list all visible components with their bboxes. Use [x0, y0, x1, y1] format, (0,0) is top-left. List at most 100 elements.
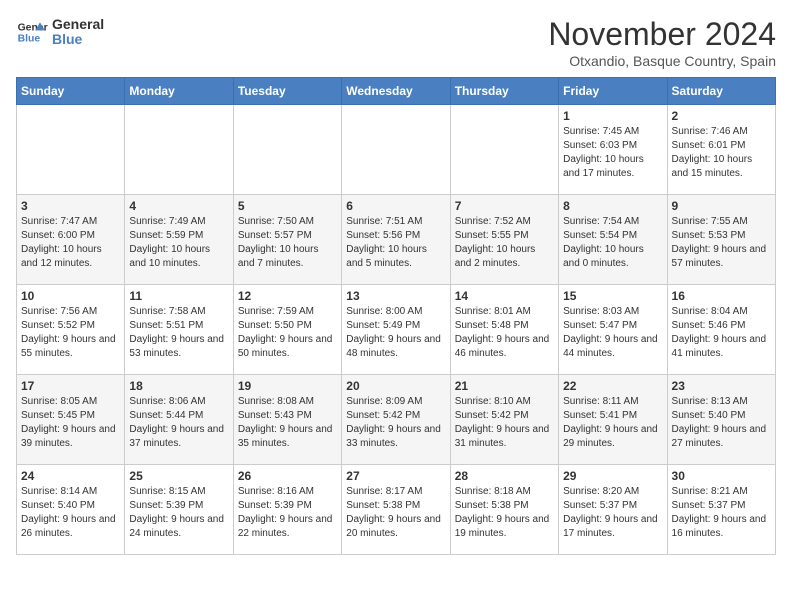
calendar-cell: 19Sunrise: 8:08 AM Sunset: 5:43 PM Dayli… — [233, 375, 341, 465]
calendar-cell: 4 Sunrise: 7:49 AM Sunset: 5:59 PM Daylig… — [125, 195, 233, 285]
day-number: 29 — [563, 469, 662, 483]
calendar-cell: 3 Sunrise: 7:47 AM Sunset: 6:00 PM Daylig… — [17, 195, 125, 285]
day-info: Sunrise: 7:49 AM Sunset: 5:59 PM Dayligh… — [129, 215, 228, 271]
day-info: Sunrise: 8:18 AM Sunset: 5:38 PM Dayligh… — [455, 485, 554, 541]
day-number: 12 — [238, 289, 337, 303]
day-number: 20 — [346, 379, 445, 393]
col-friday: Friday — [559, 78, 667, 105]
day-info: Sunrise: 7:51 AM Sunset: 5:56 PM Dayligh… — [346, 215, 445, 271]
day-info: Sunrise: 8:14 AM Sunset: 5:40 PM Dayligh… — [21, 485, 120, 541]
logo-blue-text: Blue — [52, 32, 104, 47]
day-number: 28 — [455, 469, 554, 483]
day-info: Sunrise: 7:52 AM Sunset: 5:55 PM Dayligh… — [455, 215, 554, 271]
calendar-cell: 26Sunrise: 8:16 AM Sunset: 5:39 PM Dayli… — [233, 465, 341, 555]
calendar-week-5: 24 Sunrise: 8:14 AM Sunset: 5:40 PM Dayli… — [17, 465, 776, 555]
day-info: Sunrise: 8:21 AM Sunset: 5:37 PM Dayligh… — [672, 485, 771, 541]
calendar-body: 1 Sunrise: 7:45 AM Sunset: 6:03 PM Daylig… — [17, 105, 776, 555]
col-sunday: Sunday — [17, 78, 125, 105]
location: Otxandio, Basque Country, Spain — [548, 53, 776, 69]
calendar-cell — [342, 105, 450, 195]
calendar-cell: 14 Sunrise: 8:01 AM Sunset: 5:48 PM Dayli… — [450, 285, 558, 375]
day-info: Sunrise: 8:03 AM Sunset: 5:47 PM Dayligh… — [563, 305, 662, 361]
calendar-cell: 5Sunrise: 7:50 AM Sunset: 5:57 PM Daylig… — [233, 195, 341, 285]
day-number: 23 — [672, 379, 771, 393]
calendar-cell: 22Sunrise: 8:11 AM Sunset: 5:41 PM Dayli… — [559, 375, 667, 465]
calendar-cell — [17, 105, 125, 195]
day-info: Sunrise: 7:45 AM Sunset: 6:03 PM Dayligh… — [563, 125, 662, 181]
calendar-cell — [233, 105, 341, 195]
day-number: 1 — [563, 109, 662, 123]
day-number: 18 — [129, 379, 228, 393]
day-number: 7 — [455, 199, 554, 213]
day-info: Sunrise: 8:10 AM Sunset: 5:42 PM Dayligh… — [455, 395, 554, 451]
day-number: 3 — [21, 199, 120, 213]
calendar-cell: 30 Sunrise: 8:21 AM Sunset: 5:37 PM Dayli… — [667, 465, 775, 555]
day-info: Sunrise: 8:09 AM Sunset: 5:42 PM Dayligh… — [346, 395, 445, 451]
header-row: Sunday Monday Tuesday Wednesday Thursday… — [17, 78, 776, 105]
calendar-cell: 24 Sunrise: 8:14 AM Sunset: 5:40 PM Dayli… — [17, 465, 125, 555]
calendar-cell: 13 Sunrise: 8:00 AM Sunset: 5:49 PM Dayli… — [342, 285, 450, 375]
day-info: Sunrise: 8:20 AM Sunset: 5:37 PM Dayligh… — [563, 485, 662, 541]
day-number: 11 — [129, 289, 228, 303]
calendar-cell — [125, 105, 233, 195]
calendar-cell: 18 Sunrise: 8:06 AM Sunset: 5:44 PM Dayli… — [125, 375, 233, 465]
day-number: 2 — [672, 109, 771, 123]
day-number: 21 — [455, 379, 554, 393]
day-number: 13 — [346, 289, 445, 303]
day-number: 27 — [346, 469, 445, 483]
day-number: 6 — [346, 199, 445, 213]
calendar-cell: 29 Sunrise: 8:20 AM Sunset: 5:37 PM Dayli… — [559, 465, 667, 555]
calendar-cell: 27Sunrise: 8:17 AM Sunset: 5:38 PM Dayli… — [342, 465, 450, 555]
day-info: Sunrise: 7:50 AM Sunset: 5:57 PM Dayligh… — [238, 215, 337, 271]
calendar-cell: 10Sunrise: 7:56 AM Sunset: 5:52 PM Dayli… — [17, 285, 125, 375]
calendar-cell: 1 Sunrise: 7:45 AM Sunset: 6:03 PM Daylig… — [559, 105, 667, 195]
day-info: Sunrise: 7:54 AM Sunset: 5:54 PM Dayligh… — [563, 215, 662, 271]
col-wednesday: Wednesday — [342, 78, 450, 105]
logo-icon: General Blue — [16, 16, 48, 48]
calendar-cell: 20 Sunrise: 8:09 AM Sunset: 5:42 PM Dayli… — [342, 375, 450, 465]
day-info: Sunrise: 7:58 AM Sunset: 5:51 PM Dayligh… — [129, 305, 228, 361]
day-number: 15 — [563, 289, 662, 303]
calendar-cell: 16Sunrise: 8:04 AM Sunset: 5:46 PM Dayli… — [667, 285, 775, 375]
day-info: Sunrise: 8:06 AM Sunset: 5:44 PM Dayligh… — [129, 395, 228, 451]
calendar-cell: 9 Sunrise: 7:55 AM Sunset: 5:53 PM Daylig… — [667, 195, 775, 285]
calendar-cell: 15 Sunrise: 8:03 AM Sunset: 5:47 PM Dayli… — [559, 285, 667, 375]
day-info: Sunrise: 8:01 AM Sunset: 5:48 PM Dayligh… — [455, 305, 554, 361]
calendar-cell: 6 Sunrise: 7:51 AM Sunset: 5:56 PM Daylig… — [342, 195, 450, 285]
day-info: Sunrise: 7:46 AM Sunset: 6:01 PM Dayligh… — [672, 125, 771, 181]
col-monday: Monday — [125, 78, 233, 105]
day-number: 9 — [672, 199, 771, 213]
day-info: Sunrise: 8:16 AM Sunset: 5:39 PM Dayligh… — [238, 485, 337, 541]
logo-text: General Blue — [52, 17, 104, 48]
calendar-cell: 28 Sunrise: 8:18 AM Sunset: 5:38 PM Dayli… — [450, 465, 558, 555]
calendar-week-1: 1 Sunrise: 7:45 AM Sunset: 6:03 PM Daylig… — [17, 105, 776, 195]
day-number: 24 — [21, 469, 120, 483]
day-number: 14 — [455, 289, 554, 303]
day-info: Sunrise: 8:08 AM Sunset: 5:43 PM Dayligh… — [238, 395, 337, 451]
day-number: 22 — [563, 379, 662, 393]
day-number: 16 — [672, 289, 771, 303]
calendar-cell: 25Sunrise: 8:15 AM Sunset: 5:39 PM Dayli… — [125, 465, 233, 555]
day-info: Sunrise: 8:15 AM Sunset: 5:39 PM Dayligh… — [129, 485, 228, 541]
calendar-week-3: 10Sunrise: 7:56 AM Sunset: 5:52 PM Dayli… — [17, 285, 776, 375]
calendar-week-4: 17 Sunrise: 8:05 AM Sunset: 5:45 PM Dayli… — [17, 375, 776, 465]
day-info: Sunrise: 8:00 AM Sunset: 5:49 PM Dayligh… — [346, 305, 445, 361]
col-saturday: Saturday — [667, 78, 775, 105]
day-info: Sunrise: 7:59 AM Sunset: 5:50 PM Dayligh… — [238, 305, 337, 361]
calendar-cell: 12 Sunrise: 7:59 AM Sunset: 5:50 PM Dayli… — [233, 285, 341, 375]
calendar-week-2: 3 Sunrise: 7:47 AM Sunset: 6:00 PM Daylig… — [17, 195, 776, 285]
day-info: Sunrise: 7:47 AM Sunset: 6:00 PM Dayligh… — [21, 215, 120, 271]
calendar-cell: 8 Sunrise: 7:54 AM Sunset: 5:54 PM Daylig… — [559, 195, 667, 285]
day-info: Sunrise: 8:05 AM Sunset: 5:45 PM Dayligh… — [21, 395, 120, 451]
day-number: 10 — [21, 289, 120, 303]
day-info: Sunrise: 8:13 AM Sunset: 5:40 PM Dayligh… — [672, 395, 771, 451]
calendar-cell: 11 Sunrise: 7:58 AM Sunset: 5:51 PM Dayli… — [125, 285, 233, 375]
day-number: 8 — [563, 199, 662, 213]
day-number: 4 — [129, 199, 228, 213]
svg-text:General: General — [18, 22, 48, 33]
calendar-cell: 21 Sunrise: 8:10 AM Sunset: 5:42 PM Dayli… — [450, 375, 558, 465]
day-number: 17 — [21, 379, 120, 393]
day-number: 30 — [672, 469, 771, 483]
day-info: Sunrise: 7:55 AM Sunset: 5:53 PM Dayligh… — [672, 215, 771, 271]
calendar-cell: 17 Sunrise: 8:05 AM Sunset: 5:45 PM Dayli… — [17, 375, 125, 465]
